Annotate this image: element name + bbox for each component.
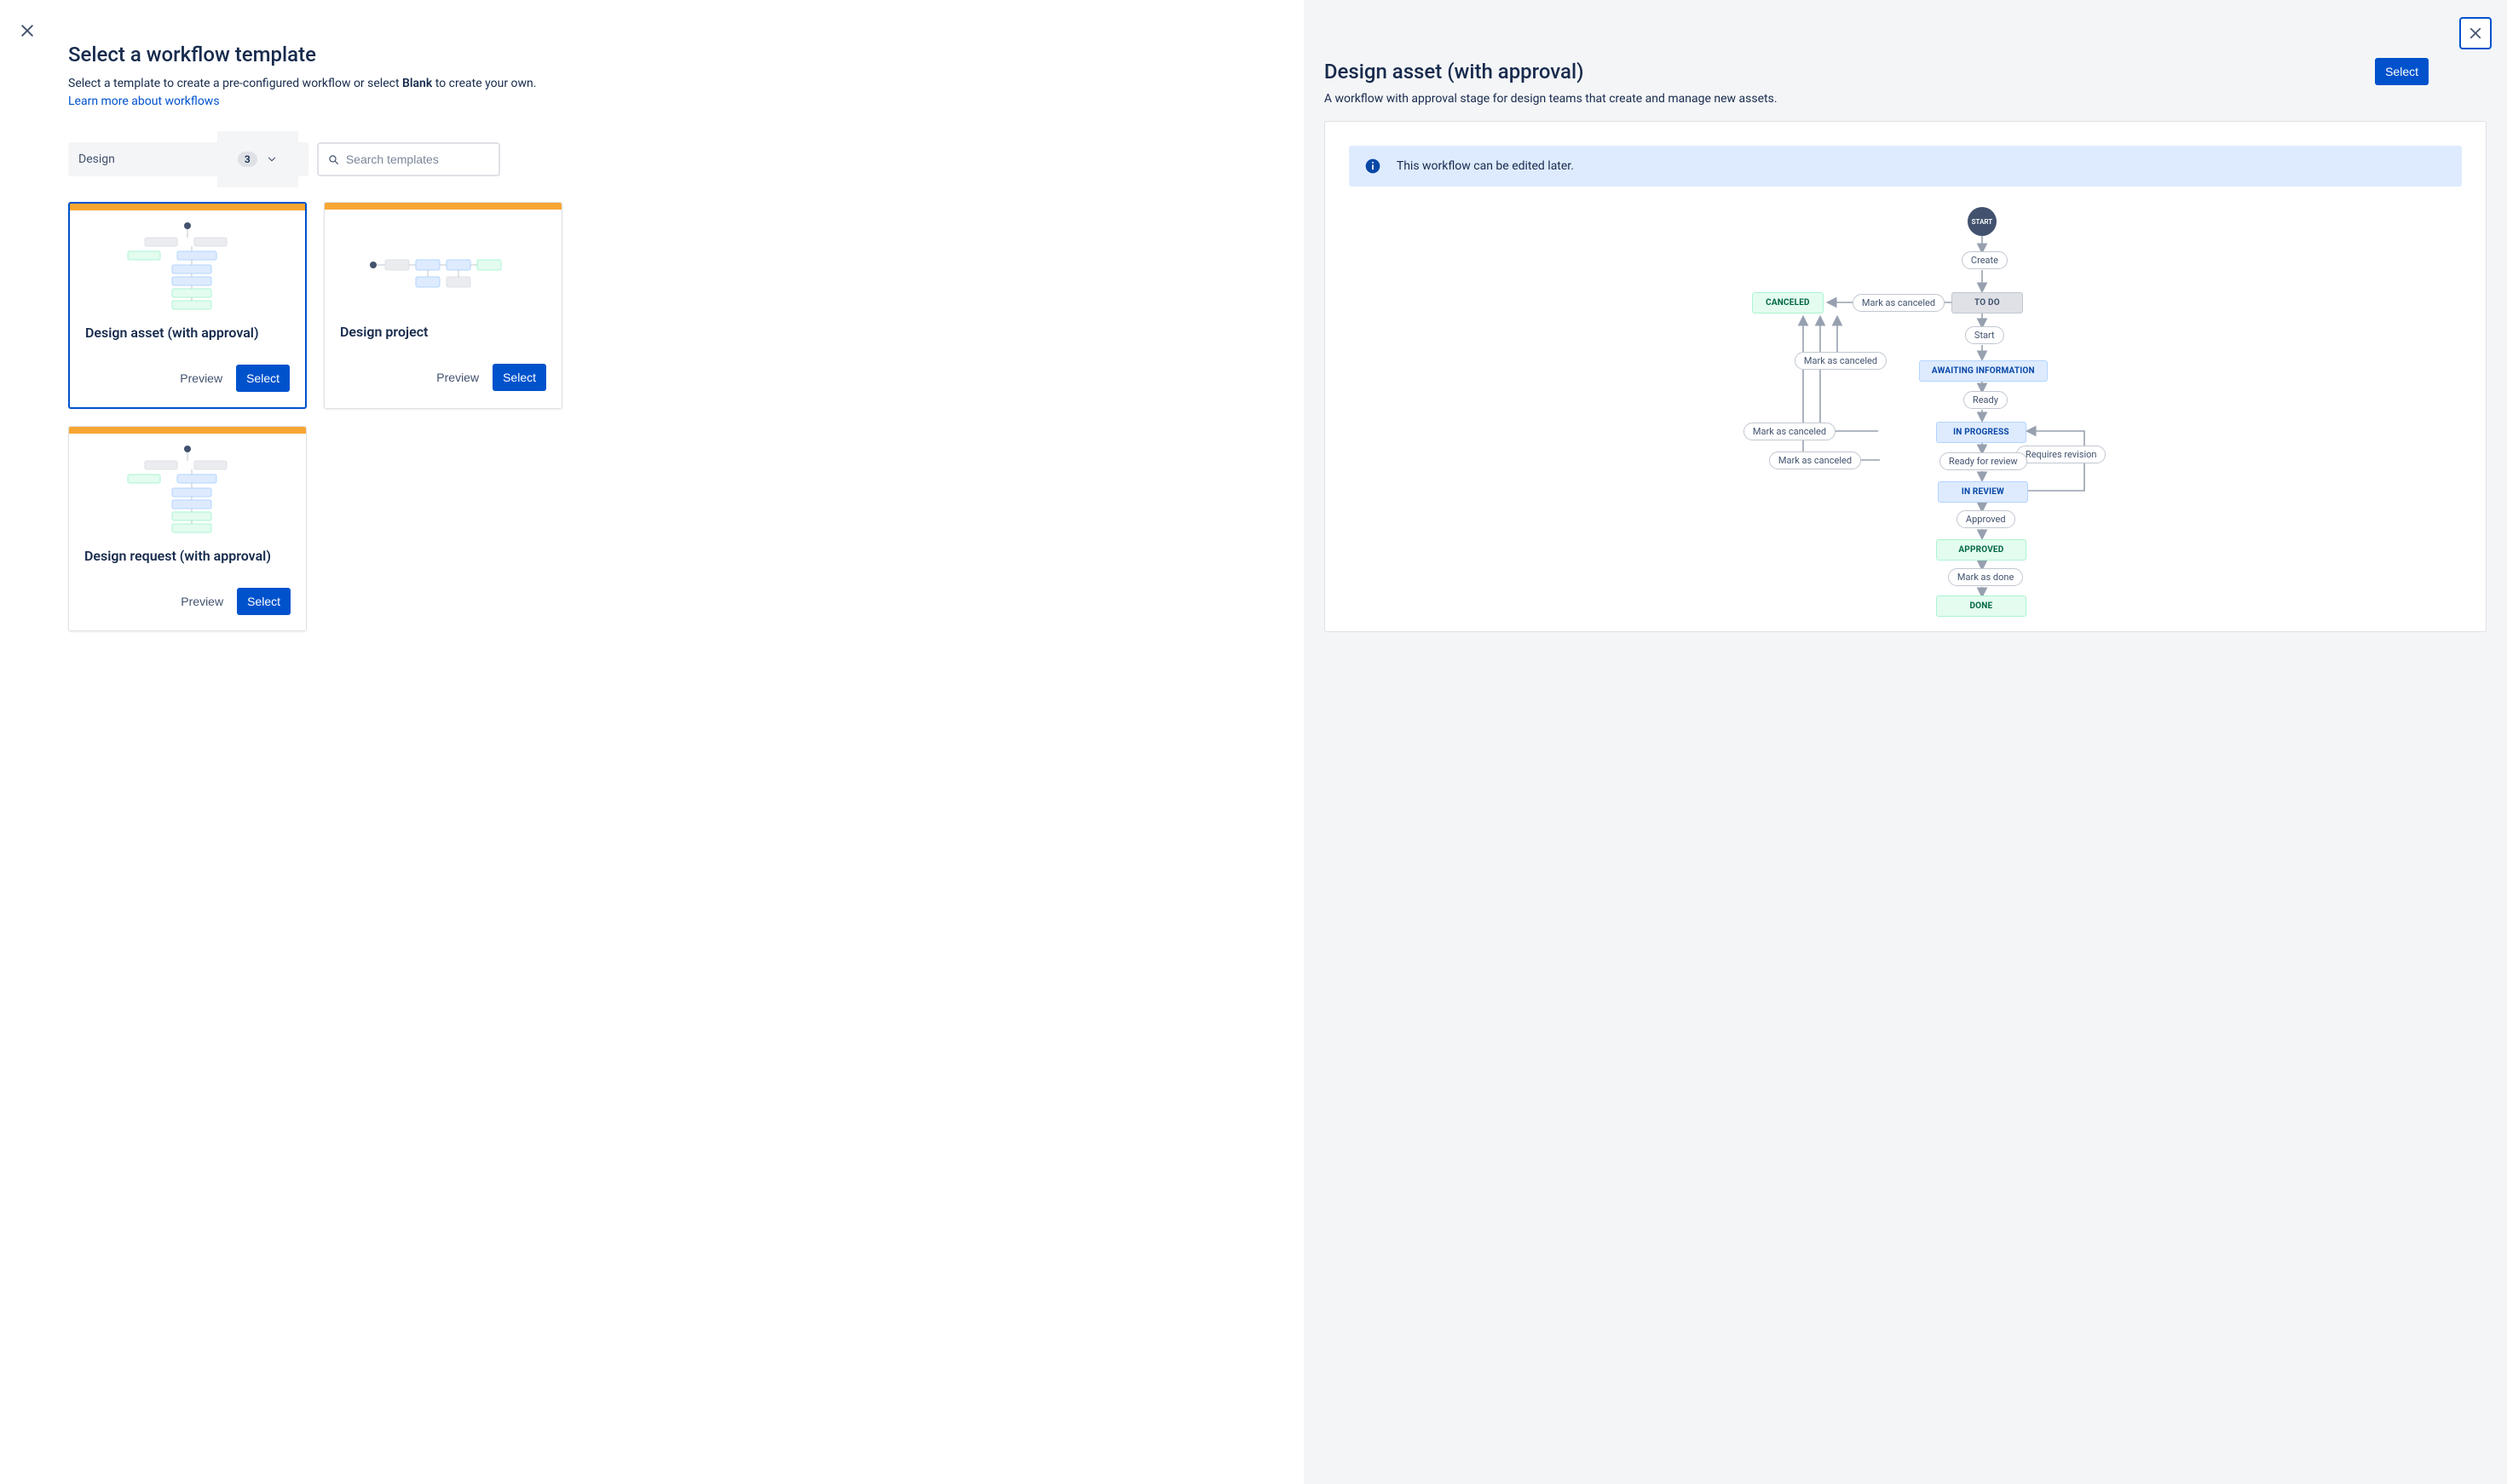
workflow-diagram: START Create CANCELED Mark as canceled T… (1667, 207, 2144, 607)
status-in-progress: IN PROGRESS (1936, 422, 2026, 443)
transition-requires-revision: Requires revision (2016, 446, 2106, 463)
card-title: Design request (with approval) (84, 548, 291, 564)
close-left-button[interactable] (14, 17, 41, 44)
transition-mark-canceled-2: Mark as canceled (1795, 352, 1887, 370)
workflow-arrows (1667, 207, 2144, 607)
chevron-down-icon (266, 153, 278, 165)
workflow-thumbnail-icon (358, 231, 528, 299)
category-dropdown[interactable]: Design 3 (68, 142, 308, 176)
card-thumb (70, 210, 305, 321)
learn-more-link[interactable]: Learn more about workflows (68, 95, 220, 108)
status-awaiting: AWAITING INFORMATION (1919, 360, 2048, 382)
status-canceled: CANCELED (1752, 292, 1824, 313)
status-in-review: IN REVIEW (1938, 481, 2028, 503)
preview-button[interactable]: Preview (170, 588, 233, 615)
card-thumb (325, 210, 562, 320)
preview-button[interactable]: Preview (170, 365, 233, 392)
template-card-design-asset[interactable]: Design asset (with approval) Preview Sel… (68, 202, 307, 409)
close-icon (2468, 26, 2483, 41)
template-card-design-request[interactable]: Design request (with approval) Preview S… (68, 426, 307, 631)
close-icon (19, 22, 36, 39)
status-approved: APPROVED (1936, 539, 2026, 561)
transition-start: Start (1965, 326, 2004, 344)
preview-select-button[interactable]: Select (2375, 58, 2429, 85)
left-panel: Select a workflow template Select a temp… (0, 0, 1304, 1484)
transition-create: Create (1962, 251, 2008, 269)
card-title: Design asset (with approval) (85, 325, 290, 341)
select-button[interactable]: Select (236, 365, 290, 392)
workflow-thumbnail-icon (111, 442, 264, 536)
right-panel: Design asset (with approval) Select A wo… (1304, 0, 2507, 1484)
status-start: START (1968, 207, 1997, 236)
template-card-design-project[interactable]: Design project Preview Select (324, 202, 562, 409)
transition-mark-done: Mark as done (1948, 568, 2023, 586)
preview-card: This workflow can be edited later. (1324, 121, 2487, 632)
status-done: DONE (1936, 595, 2026, 617)
card-accent-bar (325, 203, 562, 210)
card-thumb (69, 434, 306, 544)
info-icon (1364, 158, 1381, 175)
category-label: Design (78, 152, 115, 166)
template-cards: Design asset (with approval) Preview Sel… (68, 202, 1270, 631)
transition-ready-for-review: Ready for review (1939, 452, 2027, 470)
info-banner: This workflow can be edited later. (1349, 146, 2462, 187)
page-title: Select a workflow template (68, 43, 1270, 66)
card-accent-bar (70, 204, 305, 210)
transition-approved: Approved (1957, 510, 2015, 528)
preview-description: A workflow with approval stage for desig… (1324, 92, 2487, 106)
transition-mark-canceled-1: Mark as canceled (1853, 294, 1945, 312)
card-title: Design project (340, 324, 546, 340)
search-input[interactable] (346, 152, 490, 166)
preview-button[interactable]: Preview (426, 364, 489, 391)
transition-mark-canceled-3: Mark as canceled (1743, 423, 1836, 440)
info-text: This workflow can be edited later. (1397, 159, 1574, 173)
category-count-badge: 3 (238, 152, 257, 167)
workflow-thumbnail-icon (111, 219, 264, 313)
transition-mark-canceled-4: Mark as canceled (1769, 452, 1861, 469)
preview-title: Design asset (with approval) (1324, 60, 1584, 83)
search-container[interactable] (317, 142, 500, 176)
select-button[interactable]: Select (237, 588, 291, 615)
status-todo: TO DO (1951, 292, 2023, 313)
select-button[interactable]: Select (493, 364, 546, 391)
close-preview-button[interactable] (2459, 17, 2492, 49)
page-subtitle: Select a template to create a pre-config… (68, 75, 1270, 93)
transition-ready: Ready (1963, 391, 2008, 409)
search-icon (327, 152, 339, 166)
card-accent-bar (69, 427, 306, 434)
